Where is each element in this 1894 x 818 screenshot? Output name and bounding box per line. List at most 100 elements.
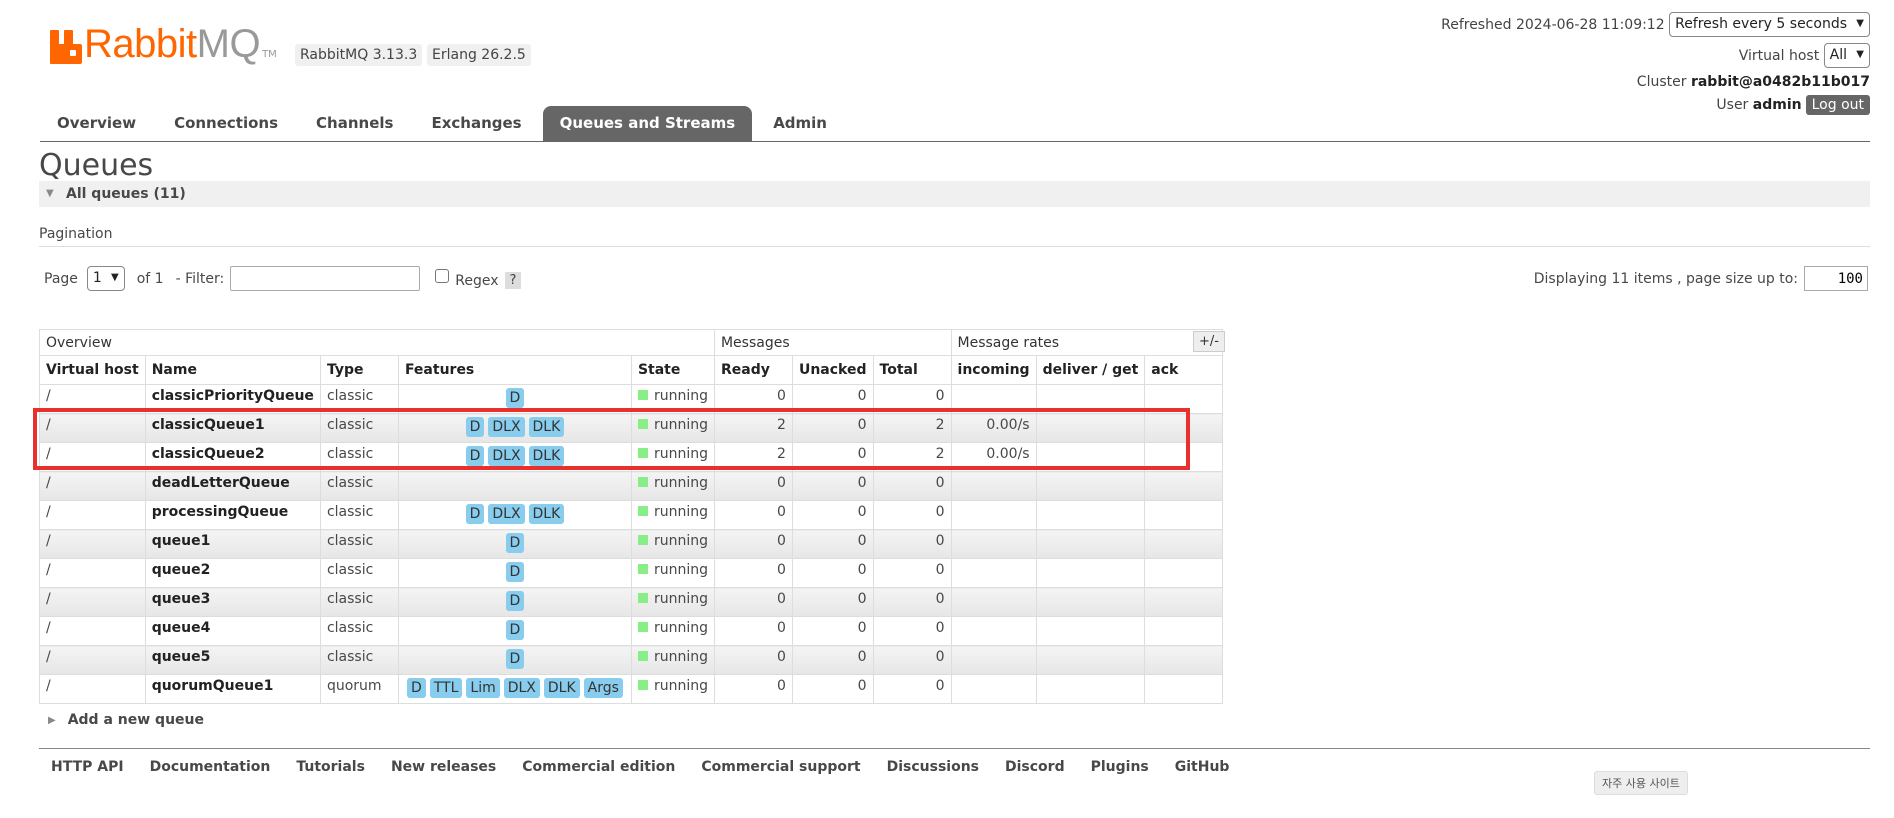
state-label: running — [653, 475, 708, 491]
tab-queues-and-streams[interactable]: Queues and Streams — [542, 106, 753, 141]
table-row[interactable]: / classicQueue2 classic D DLX DLK running 2 0 2 0.… — [39, 442, 1224, 472]
queues-table: Overview Messages Message rates Virtual … — [39, 329, 1224, 704]
cell-state: running — [630, 500, 715, 530]
cell-state: running — [630, 616, 715, 646]
running-status-icon — [637, 593, 648, 603]
refresh-interval-select[interactable]: Refresh every 5 seconds ▼ — [1669, 12, 1870, 37]
col-unacked[interactable]: Unacked — [791, 355, 874, 385]
cell-deliver-get — [1035, 645, 1146, 675]
col-incoming[interactable]: incoming — [950, 355, 1037, 385]
cell-state: running — [630, 442, 715, 472]
table-row[interactable]: / processingQueue classic D DLX DLK running 0 0 0 — [39, 500, 1224, 530]
cell-type: classic — [319, 413, 399, 443]
state-label: running — [653, 533, 708, 549]
queue-name-link[interactable]: queue2 — [144, 558, 321, 588]
footer-link-plugins[interactable]: Plugins — [1091, 749, 1175, 775]
col-state[interactable]: State — [630, 355, 715, 385]
queue-name-link[interactable]: queue3 — [144, 587, 321, 617]
cell-unacked: 0 — [791, 500, 874, 530]
col-name[interactable]: Name — [144, 355, 321, 385]
col-features: Features — [397, 355, 632, 385]
cell-unacked: 0 — [791, 413, 874, 443]
footer-link-github[interactable]: GitHub — [1175, 749, 1256, 775]
footer-link-commercial-support[interactable]: Commercial support — [701, 749, 886, 775]
feature-badge: TTL — [429, 678, 463, 698]
queue-name-link[interactable]: queue1 — [144, 529, 321, 559]
rabbitmq-logo[interactable]: RabbitMQ TM — [50, 24, 277, 64]
table-row[interactable]: / queue5 classic Drunning 0 0 0 — [39, 645, 1224, 675]
queue-name-link[interactable]: classicQueue1 — [144, 413, 321, 443]
cell-type: classic — [319, 587, 399, 617]
cell-total: 2 — [872, 442, 952, 472]
footer-link-commercial-edition[interactable]: Commercial edition — [522, 749, 701, 775]
table-row[interactable]: / quorumQueue1 quorum D TTL Lim DLX DLK Args runn… — [39, 674, 1224, 704]
tab-admin[interactable]: Admin — [756, 106, 844, 141]
cell-unacked: 0 — [791, 471, 874, 501]
tab-channels[interactable]: Channels — [299, 106, 410, 141]
col-ack[interactable]: ack — [1144, 355, 1224, 385]
cell-state: running — [630, 587, 715, 617]
col-total[interactable]: Total — [872, 355, 952, 385]
columns-toggle-button[interactable]: +/- — [1193, 331, 1225, 352]
cell-ack — [1144, 645, 1224, 675]
running-status-icon — [637, 680, 648, 690]
cell-vhost: / — [39, 500, 146, 530]
cell-features: D — [397, 587, 632, 617]
cell-incoming: 0.00/s — [950, 442, 1037, 472]
tab-exchanges[interactable]: Exchanges — [414, 106, 538, 141]
col-virtual-host[interactable]: Virtual host — [39, 355, 146, 385]
queue-name-link[interactable]: processingQueue — [144, 500, 321, 530]
add-new-queue-toggle[interactable]: ▶ Add a new queue — [48, 712, 204, 728]
cell-features: D DLX DLK — [397, 413, 632, 443]
cell-unacked: 0 — [791, 558, 874, 588]
feature-badge: D — [465, 417, 485, 437]
queue-name-link[interactable]: queue5 — [144, 645, 321, 675]
footer-link-discussions[interactable]: Discussions — [887, 749, 1005, 775]
cell-state: running — [630, 674, 715, 704]
col-ready[interactable]: Ready — [713, 355, 793, 385]
table-row[interactable]: / classicPriorityQueue classic Drunning 0 0 0 — [39, 384, 1224, 414]
cell-ack — [1144, 674, 1224, 704]
header-status: Refreshed 2024-06-28 11:09:12 Refresh ev… — [1441, 12, 1870, 117]
footer-link-http-api[interactable]: HTTP API — [51, 749, 150, 775]
footer-link-new-releases[interactable]: New releases — [391, 749, 522, 775]
tab-overview[interactable]: Overview — [40, 106, 153, 141]
queue-name-link[interactable]: queue4 — [144, 616, 321, 646]
tab-connections[interactable]: Connections — [157, 106, 295, 141]
regex-checkbox[interactable] — [435, 268, 450, 283]
cell-state: running — [630, 558, 715, 588]
table-row[interactable]: / queue4 classic Drunning 0 0 0 — [39, 616, 1224, 646]
footer-link-documentation[interactable]: Documentation — [150, 749, 297, 775]
regex-help-button[interactable]: ? — [504, 272, 522, 289]
table-row[interactable]: / classicQueue1 classic D DLX DLK running 2 0 2 0.… — [39, 413, 1224, 443]
cell-incoming — [950, 471, 1037, 501]
cell-ready: 0 — [713, 500, 793, 530]
page-select[interactable]: 1 ▼ — [86, 266, 125, 291]
col-type[interactable]: Type — [319, 355, 399, 385]
table-row[interactable]: / queue1 classic Drunning 0 0 0 — [39, 529, 1224, 559]
footer-link-discord[interactable]: Discord — [1005, 749, 1091, 775]
cell-total: 0 — [872, 645, 952, 675]
page-size-input[interactable] — [1804, 266, 1868, 291]
table-row[interactable]: / queue2 classic Drunning 0 0 0 — [39, 558, 1224, 588]
queue-name-link[interactable]: classicPriorityQueue — [144, 384, 321, 414]
table-row[interactable]: / queue3 classic Drunning 0 0 0 — [39, 587, 1224, 617]
page-of-label: of 1 — [136, 270, 164, 287]
filter-input[interactable] — [230, 266, 421, 291]
feature-badge: D — [406, 678, 426, 698]
queue-name-link[interactable]: quorumQueue1 — [144, 674, 321, 704]
queue-name-link[interactable]: deadLetterQueue — [144, 471, 321, 501]
queue-name-link[interactable]: classicQueue2 — [144, 442, 321, 472]
feature-badge: DLX — [488, 504, 525, 524]
table-row[interactable]: / deadLetterQueue classic running 0 0 0 — [39, 471, 1224, 501]
state-label: running — [653, 620, 708, 636]
all-queues-section-toggle[interactable]: ▼ All queues (11) — [39, 181, 1870, 207]
running-status-icon — [637, 390, 648, 400]
footer-link-tutorials[interactable]: Tutorials — [296, 749, 391, 775]
cell-incoming — [950, 529, 1037, 559]
cell-ack — [1144, 558, 1224, 588]
cell-incoming — [950, 674, 1037, 704]
col-deliver-get[interactable]: deliver / get — [1035, 355, 1146, 385]
vhost-select[interactable]: All ▼ — [1823, 43, 1870, 68]
frequent-sites-tag[interactable]: 자주 사용 사이트 — [1594, 771, 1688, 795]
